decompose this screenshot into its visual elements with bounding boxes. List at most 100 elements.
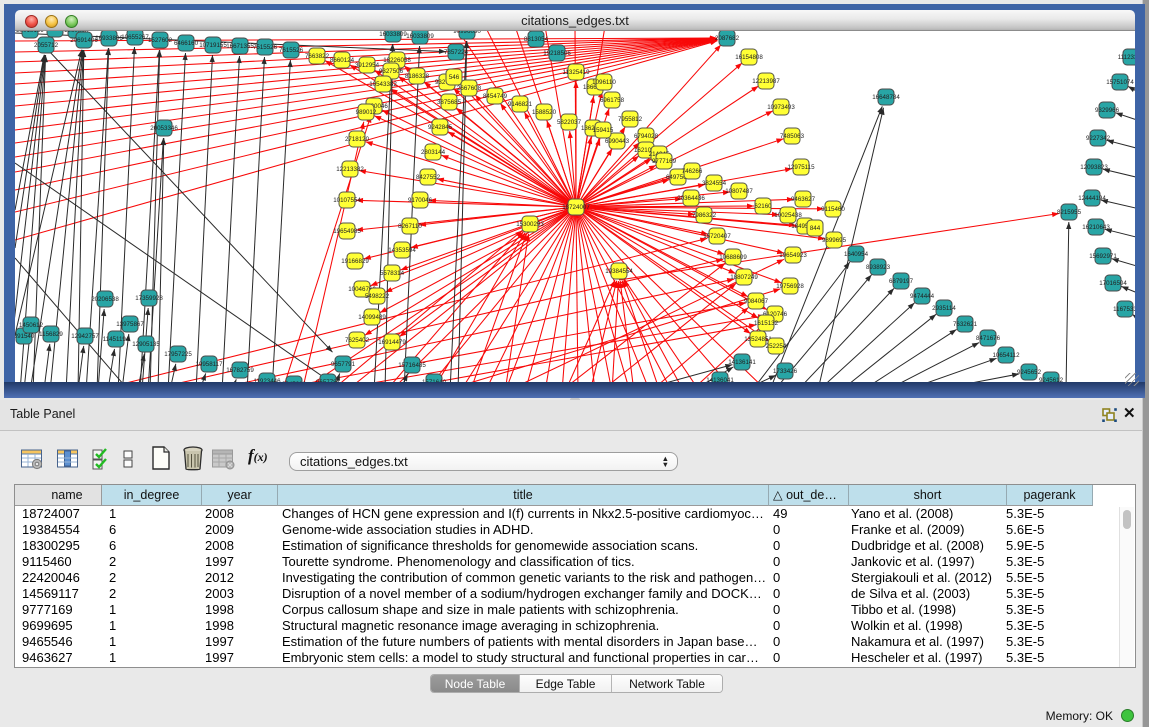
svg-text:9115460: 9115460 bbox=[821, 206, 845, 213]
svg-text:19654923: 19654923 bbox=[779, 252, 807, 259]
svg-text:17957225: 17957225 bbox=[164, 351, 192, 358]
svg-text:11123344: 11123344 bbox=[1118, 54, 1135, 61]
svg-text:62160: 62160 bbox=[754, 203, 772, 210]
svg-text:1096110: 1096110 bbox=[592, 79, 616, 86]
svg-text:8427552: 8427552 bbox=[416, 174, 441, 181]
svg-text:2087682: 2087682 bbox=[715, 35, 740, 42]
svg-text:8660124: 8660124 bbox=[330, 57, 355, 64]
svg-text:20364436: 20364436 bbox=[677, 195, 705, 202]
svg-text:7986322: 7986322 bbox=[692, 212, 717, 219]
svg-text:13975867: 13975867 bbox=[116, 321, 144, 328]
svg-text:12905135: 12905135 bbox=[132, 341, 160, 348]
svg-text:8471676: 8471676 bbox=[976, 335, 1001, 342]
svg-text:9657781: 9657781 bbox=[316, 379, 341, 382]
svg-text:3824554: 3824554 bbox=[702, 180, 727, 187]
svg-text:8454749: 8454749 bbox=[483, 93, 508, 100]
svg-text:14353594: 14353594 bbox=[388, 247, 416, 254]
svg-text:10973493: 10973493 bbox=[767, 104, 795, 111]
svg-text:12093823: 12093823 bbox=[1080, 164, 1108, 171]
svg-text:1640954: 1640954 bbox=[844, 251, 869, 258]
svg-text:546: 546 bbox=[449, 74, 460, 81]
svg-text:16648784: 16648784 bbox=[872, 94, 900, 101]
svg-text:1733426: 1733426 bbox=[773, 368, 798, 375]
svg-text:9170046: 9170046 bbox=[408, 197, 433, 204]
svg-text:1588520: 1588520 bbox=[532, 109, 557, 116]
svg-text:18724007: 18724007 bbox=[562, 204, 590, 211]
svg-text:8938923: 8938923 bbox=[866, 264, 891, 271]
svg-text:19166829: 19166829 bbox=[341, 258, 369, 265]
svg-text:10807487: 10807487 bbox=[725, 188, 753, 195]
svg-text:6990443: 6990443 bbox=[605, 138, 630, 145]
svg-text:16033809: 16033809 bbox=[379, 31, 407, 38]
svg-text:7485063: 7485063 bbox=[780, 133, 805, 140]
svg-text:844: 844 bbox=[810, 225, 821, 232]
svg-text:5822037: 5822037 bbox=[557, 119, 582, 126]
svg-text:7663822: 7663822 bbox=[305, 53, 330, 60]
svg-text:8186328: 8186328 bbox=[405, 73, 430, 80]
svg-text:2935114: 2935114 bbox=[932, 305, 956, 312]
svg-text:1167533: 1167533 bbox=[1113, 306, 1135, 313]
svg-text:391540: 391540 bbox=[15, 333, 35, 340]
svg-text:10958117: 10958117 bbox=[195, 361, 223, 368]
svg-text:26018159: 26018159 bbox=[16, 31, 44, 34]
svg-text:6961758: 6961758 bbox=[600, 97, 625, 104]
svg-text:12213382: 12213382 bbox=[336, 166, 364, 173]
svg-text:9463627: 9463627 bbox=[791, 196, 816, 203]
svg-text:90996030: 90996030 bbox=[453, 31, 481, 35]
svg-text:15692971: 15692971 bbox=[1089, 253, 1117, 260]
svg-text:10719155: 10719155 bbox=[199, 42, 227, 49]
svg-text:8215955: 8215955 bbox=[1057, 209, 1082, 216]
svg-text:15300293: 15300293 bbox=[516, 221, 544, 228]
svg-text:9227342: 9227342 bbox=[1086, 135, 1111, 142]
svg-text:9242845: 9242845 bbox=[428, 124, 453, 131]
svg-text:3912954: 3912954 bbox=[355, 62, 380, 69]
svg-text:9327506: 9327506 bbox=[379, 68, 404, 75]
svg-text:9245612: 9245612 bbox=[1039, 377, 1064, 382]
svg-text:6794028: 6794028 bbox=[634, 133, 659, 140]
svg-text:2718120: 2718120 bbox=[345, 136, 370, 143]
svg-text:20691406: 20691406 bbox=[70, 37, 98, 44]
svg-text:18807249: 18807249 bbox=[730, 274, 758, 281]
svg-text:10688609: 10688609 bbox=[719, 254, 747, 261]
svg-text:7625402: 7625402 bbox=[345, 337, 370, 344]
svg-text:19384554: 19384554 bbox=[605, 268, 633, 275]
svg-text:6466160: 6466160 bbox=[174, 40, 199, 47]
svg-text:2055712: 2055712 bbox=[34, 42, 59, 49]
svg-text:15751074: 15751074 bbox=[1106, 79, 1134, 86]
svg-text:1156829: 1156829 bbox=[39, 331, 63, 338]
svg-text:7632621: 7632621 bbox=[953, 321, 978, 328]
svg-text:9245012: 9245012 bbox=[282, 381, 307, 382]
svg-text:1571640: 1571640 bbox=[422, 379, 447, 382]
svg-text:9777169: 9777169 bbox=[652, 158, 677, 165]
svg-text:10655267: 10655267 bbox=[121, 34, 149, 41]
svg-text:9084067: 9084067 bbox=[744, 298, 769, 305]
svg-text:15720407: 15720407 bbox=[703, 233, 731, 240]
svg-text:16154808: 16154808 bbox=[735, 54, 763, 61]
svg-text:12444194: 12444194 bbox=[1078, 195, 1106, 202]
svg-text:2667608: 2667608 bbox=[457, 85, 482, 92]
svg-text:7857224: 7857224 bbox=[444, 49, 469, 56]
svg-text:14136041: 14136041 bbox=[706, 377, 734, 382]
svg-text:3875685: 3875685 bbox=[437, 99, 462, 106]
svg-text:989012: 989012 bbox=[356, 109, 377, 116]
svg-text:11325419: 11325419 bbox=[562, 69, 590, 76]
svg-text:8267110: 8267110 bbox=[398, 223, 422, 230]
svg-text:11451194: 11451194 bbox=[103, 336, 130, 343]
svg-text:12975115: 12975115 bbox=[787, 164, 815, 171]
svg-text:9899695: 9899695 bbox=[822, 237, 847, 244]
svg-text:8813054: 8813054 bbox=[524, 36, 549, 43]
svg-text:14136141: 14136141 bbox=[728, 359, 756, 366]
svg-text:9329966: 9329966 bbox=[1095, 107, 1120, 114]
svg-text:12942757: 12942757 bbox=[71, 333, 99, 340]
svg-text:20053346: 20053346 bbox=[150, 125, 178, 132]
svg-text:15716485: 15716485 bbox=[398, 362, 426, 369]
svg-text:159415: 159415 bbox=[593, 127, 614, 134]
svg-text:16210643: 16210643 bbox=[1082, 224, 1110, 231]
svg-text:12213987: 12213987 bbox=[752, 78, 780, 85]
svg-text:17359928: 17359928 bbox=[135, 295, 163, 302]
svg-text:5498222: 5498222 bbox=[365, 293, 390, 300]
svg-text:14099489: 14099489 bbox=[358, 314, 386, 321]
svg-text:16933806: 16933806 bbox=[95, 35, 123, 42]
svg-text:16914479: 16914479 bbox=[378, 339, 406, 346]
svg-text:1450612: 1450612 bbox=[19, 322, 44, 329]
